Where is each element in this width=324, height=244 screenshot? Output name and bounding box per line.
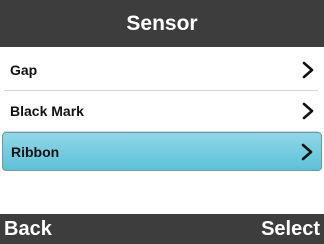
printer-screen: Sensor Gap Black Mark Ribbon Back Select <box>0 0 324 244</box>
chevron-right-icon <box>300 101 316 121</box>
menu-item-label: Gap <box>10 62 38 78</box>
select-button[interactable]: Select <box>261 218 320 241</box>
menu-item-gap[interactable]: Gap <box>0 50 324 90</box>
menu-item-ribbon[interactable]: Ribbon <box>2 132 322 171</box>
chevron-right-icon <box>299 142 315 162</box>
page-title: Sensor <box>126 11 198 35</box>
softkey-bar: Back Select <box>0 214 324 244</box>
sensor-menu: Gap Black Mark Ribbon <box>0 50 324 171</box>
title-bar: Sensor <box>0 0 324 47</box>
menu-item-label: Black Mark <box>10 103 84 119</box>
chevron-right-icon <box>300 60 316 80</box>
menu-item-black-mark[interactable]: Black Mark <box>0 91 324 131</box>
menu-item-label: Ribbon <box>11 143 60 160</box>
back-button[interactable]: Back <box>4 218 52 241</box>
